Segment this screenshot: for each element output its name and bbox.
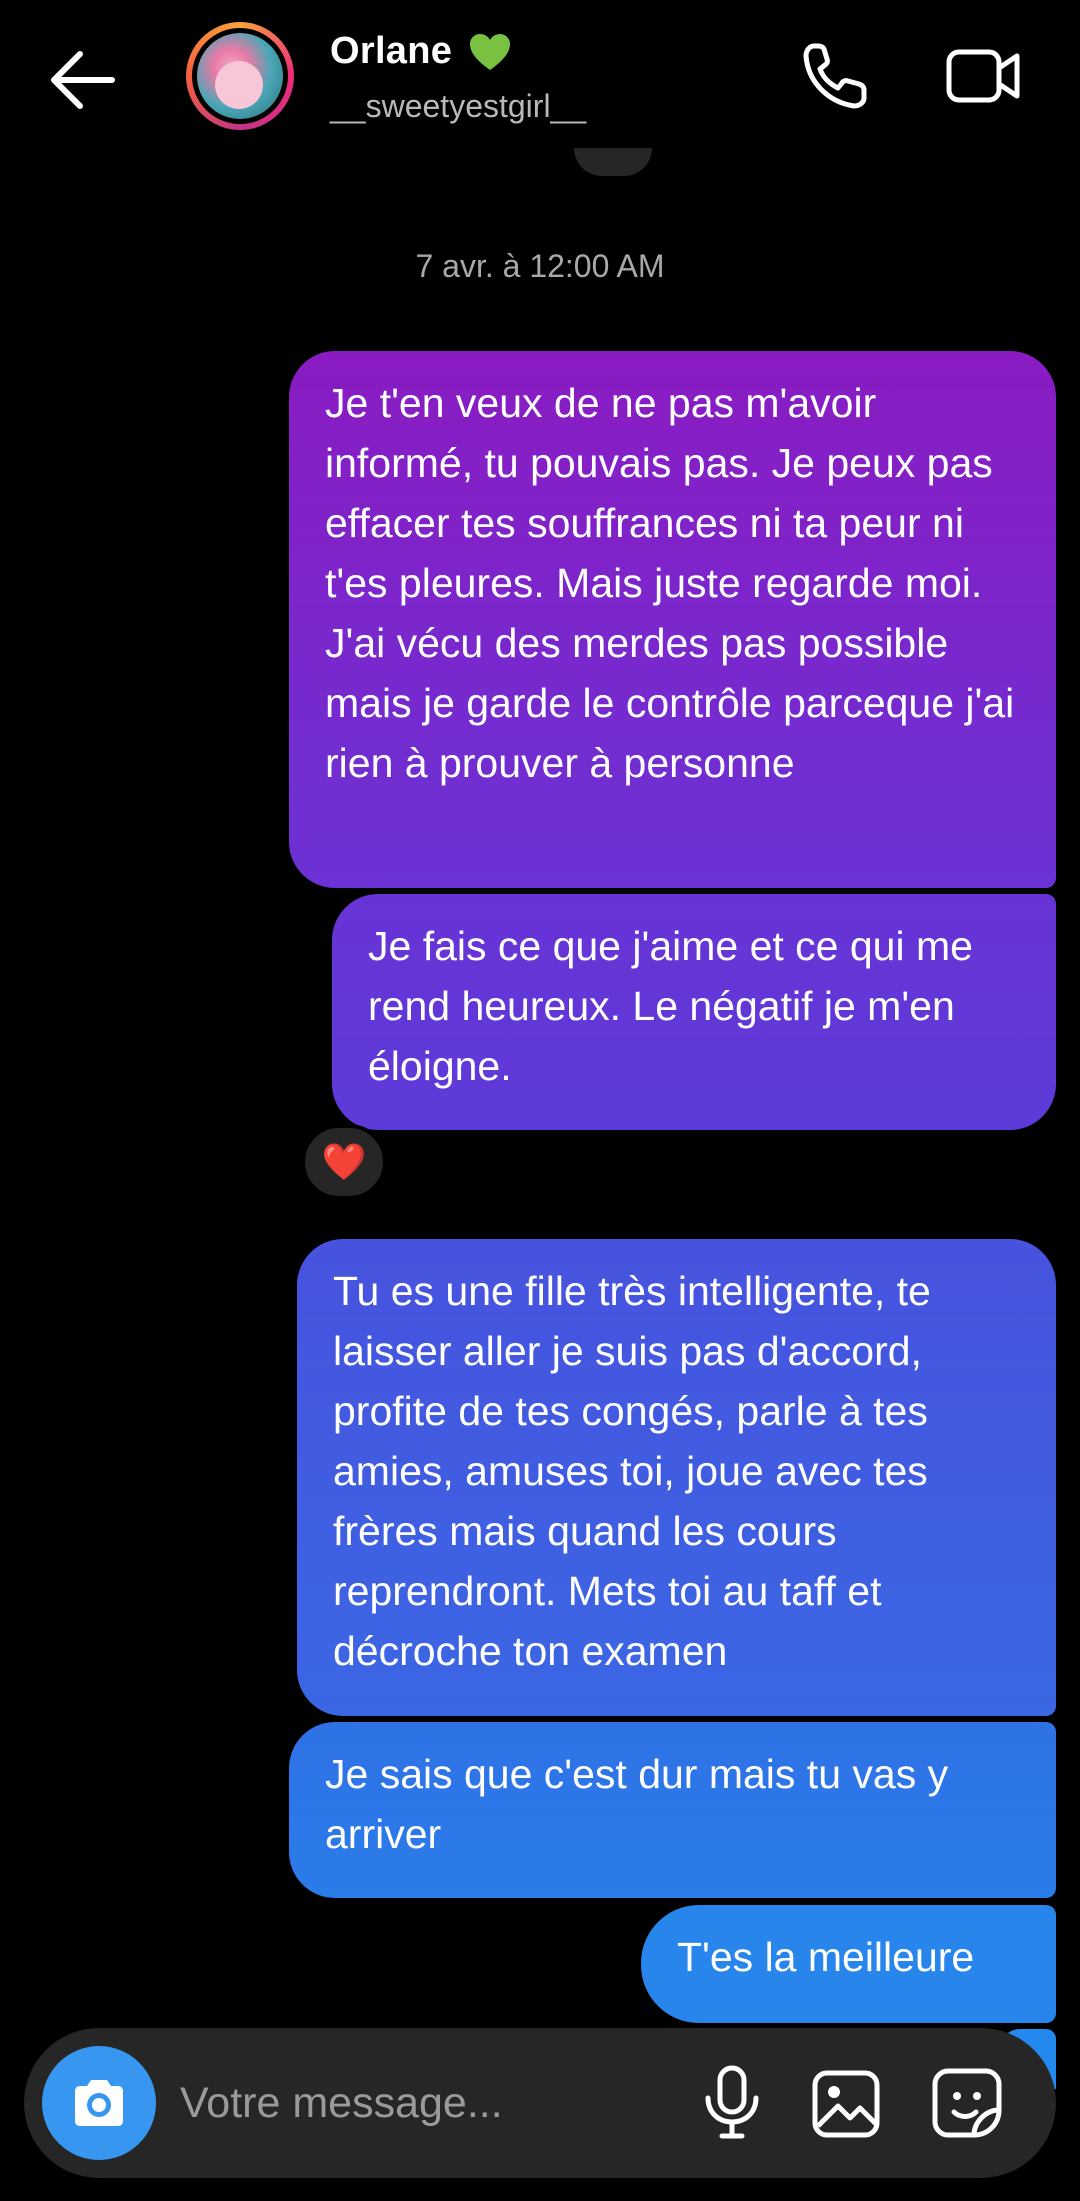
gallery-image-icon[interactable] (810, 2068, 882, 2140)
green-heart-icon (468, 32, 512, 72)
video-camera-icon[interactable] (945, 44, 1021, 108)
camera-icon (75, 2080, 123, 2126)
back-arrow-icon[interactable] (40, 40, 130, 120)
sticker-icon[interactable] (930, 2066, 1004, 2140)
message-timestamp: 7 avr. à 12:00 AM (415, 248, 665, 284)
chat-screen: Orlane __sweetyestgirl__ 7 avr. à 12:00 … (0, 0, 1080, 2201)
message-input[interactable] (180, 2068, 680, 2138)
heart-reaction[interactable]: ❤️ (301, 1124, 387, 1200)
sent-message-bubble[interactable]: Je fais ce que j'aime et ce qui me rend … (332, 894, 1056, 1130)
sent-message-bubble[interactable]: Je t'en veux de ne pas m'avoir informé, … (289, 351, 1056, 888)
sent-message-bubble[interactable]: Je sais que c'est dur mais tu vas y arri… (289, 1722, 1056, 1898)
camera-button[interactable] (42, 2046, 156, 2160)
sent-message-bubble[interactable]: T'es la meilleure (641, 1905, 1056, 2023)
microphone-icon[interactable] (696, 2064, 768, 2142)
contact-name[interactable]: Orlane (330, 30, 452, 73)
phone-icon[interactable] (800, 40, 870, 112)
sent-message-bubble[interactable]: Tu es une fille très intelligente, te la… (297, 1239, 1056, 1716)
avatar[interactable] (186, 22, 294, 130)
contact-username[interactable]: __sweetyestgirl__ (330, 88, 586, 125)
red-heart-icon: ❤️ (321, 1141, 367, 1182)
scroll-indicator (574, 148, 652, 176)
message-composer (24, 2028, 1056, 2178)
chat-header: Orlane __sweetyestgirl__ (0, 0, 1080, 160)
avatar-image (197, 33, 283, 119)
